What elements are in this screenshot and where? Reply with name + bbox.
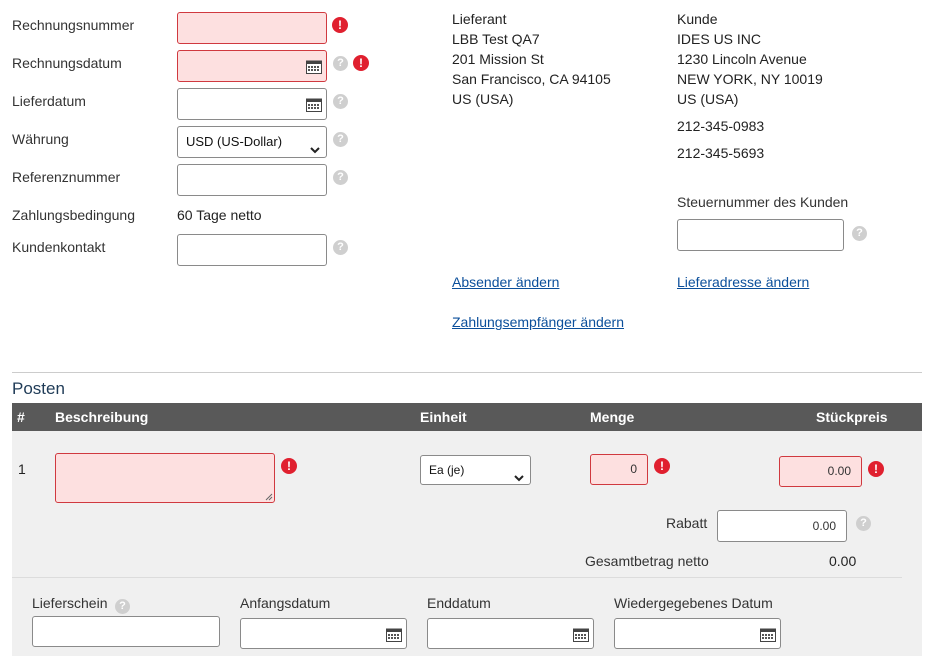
col-description: Beschreibung — [55, 409, 149, 425]
help-icon[interactable]: ? — [115, 599, 130, 614]
customer-phone-2: 212-345-5693 — [677, 145, 765, 161]
delivery-note-label: Lieferschein — [32, 595, 108, 611]
net-total-value: 0.00 — [829, 553, 857, 569]
item-row-number: 1 — [18, 461, 26, 477]
error-icon: ! — [353, 55, 369, 71]
help-icon[interactable]: ? — [856, 516, 871, 531]
chevron-down-icon — [514, 465, 524, 493]
repeated-date-input[interactable] — [614, 618, 781, 649]
customer-city: NEW YORK, NY 10019 — [677, 71, 823, 87]
error-icon: ! — [332, 17, 348, 33]
supplier-name: LBB Test QA7 — [452, 31, 540, 47]
delivery-date-label: Lieferdatum — [12, 93, 86, 109]
supplier-country: US (USA) — [452, 91, 514, 107]
items-section-title: Posten — [12, 379, 65, 398]
delivery-date-input[interactable] — [177, 88, 327, 120]
end-date-input[interactable] — [427, 618, 594, 649]
chevron-down-icon — [310, 136, 320, 166]
start-date-input[interactable] — [240, 618, 407, 649]
calendar-icon[interactable] — [306, 59, 322, 74]
error-icon: ! — [281, 458, 297, 474]
error-icon: ! — [654, 458, 670, 474]
start-date-label: Anfangsdatum — [240, 595, 331, 611]
customer-address: Kunde IDES US INC 1230 Lincoln Avenue NE… — [677, 9, 823, 109]
change-sender-link[interactable]: Absender ändern — [452, 274, 559, 290]
discount-input[interactable]: 0.00 — [717, 510, 847, 542]
customer-street: 1230 Lincoln Avenue — [677, 51, 807, 67]
customer-country: US (USA) — [677, 91, 739, 107]
payment-terms-label: Zahlungsbedingung — [12, 207, 135, 223]
invoice-number-input[interactable] — [177, 12, 327, 44]
payment-terms-value: 60 Tage netto — [177, 207, 262, 223]
calendar-icon[interactable] — [386, 627, 402, 642]
customer-contact-input[interactable] — [177, 234, 327, 266]
supplier-heading: Lieferant — [452, 11, 507, 27]
invoice-date-input[interactable] — [177, 50, 327, 82]
repeated-date-label: Wiedergegebenes Datum — [614, 595, 773, 611]
net-total-label: Gesamtbetrag netto — [585, 553, 709, 569]
customer-contact-label: Kundenkontakt — [12, 239, 106, 255]
col-number: # — [17, 409, 25, 425]
unit-value: Ea (je) — [429, 463, 465, 477]
currency-label: Währung — [12, 131, 69, 147]
delivery-note-input[interactable] — [32, 616, 220, 647]
customer-heading: Kunde — [677, 11, 718, 27]
supplier-address: Lieferant LBB Test QA7 201 Mission St Sa… — [452, 9, 611, 109]
end-date-label: Enddatum — [427, 595, 491, 611]
items-table-header: # Beschreibung Einheit Menge Stückpreis — [12, 403, 922, 431]
supplier-street: 201 Mission St — [452, 51, 544, 67]
currency-select[interactable]: USD (US-Dollar) — [177, 126, 327, 158]
change-delivery-address-link[interactable]: Lieferadresse ändern — [677, 274, 809, 290]
error-icon: ! — [868, 461, 884, 477]
reference-number-label: Referenznummer — [12, 169, 121, 185]
help-icon[interactable]: ? — [333, 132, 348, 147]
col-unit: Einheit — [420, 409, 467, 425]
discount-label: Rabatt — [666, 515, 708, 531]
unit-price-input[interactable]: 0.00 — [779, 456, 862, 487]
help-icon[interactable]: ? — [333, 170, 348, 185]
customer-name: IDES US INC — [677, 31, 762, 47]
help-icon[interactable]: ? — [333, 240, 348, 255]
customer-tax-input[interactable] — [677, 219, 844, 251]
calendar-icon[interactable] — [573, 627, 589, 642]
calendar-icon[interactable] — [306, 97, 322, 112]
currency-value: USD (US-Dollar) — [186, 134, 283, 149]
supplier-city: San Francisco, CA 94105 — [452, 71, 611, 87]
description-textarea[interactable] — [55, 453, 275, 503]
col-quantity: Menge — [590, 409, 635, 425]
quantity-input[interactable]: 0 — [590, 454, 648, 485]
invoice-date-label: Rechnungsdatum — [12, 55, 122, 71]
change-payee-link[interactable]: Zahlungsempfänger ändern — [452, 314, 624, 330]
customer-tax-label: Steuernummer des Kunden — [677, 194, 849, 210]
invoice-number-label: Rechnungsnummer — [12, 17, 135, 33]
help-icon[interactable]: ? — [852, 226, 867, 241]
unit-select[interactable]: Ea (je) — [420, 455, 531, 485]
customer-phone-1: 212-345-0983 — [677, 118, 765, 134]
calendar-icon[interactable] — [760, 627, 776, 642]
resize-handle-icon[interactable] — [265, 493, 273, 501]
reference-number-input[interactable] — [177, 164, 327, 196]
section-divider — [12, 372, 922, 373]
help-icon[interactable]: ? — [333, 94, 348, 109]
help-icon[interactable]: ? — [333, 56, 348, 71]
col-unit-price: Stückpreis — [816, 409, 888, 425]
